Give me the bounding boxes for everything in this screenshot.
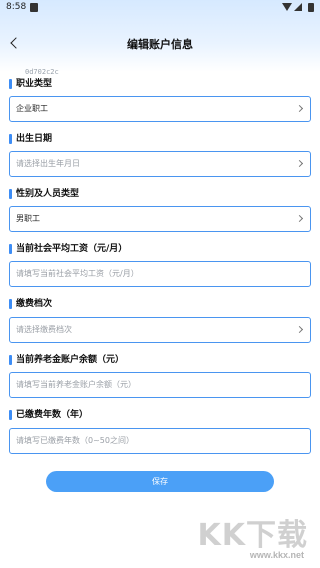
status-bar: 8:58 [0, 0, 320, 16]
nav-header: 编辑账户信息 [0, 28, 320, 58]
avg-wage-placeholder: 请填写当前社会平均工资（元/月） [16, 269, 139, 278]
pension-balance-input[interactable]: 请填写当前养老金账户余额（元） [9, 372, 311, 398]
watermark-text: KK下载 [197, 518, 308, 553]
download-icon [30, 3, 38, 12]
avg-wage-label: 当前社会平均工资（元/月） [9, 243, 127, 255]
paid-years-label: 已缴费年数（年） [9, 409, 88, 421]
chevron-right-icon [295, 104, 304, 113]
watermark: KK下载 www.kkx.net [192, 510, 312, 566]
chevron-right-icon [295, 214, 304, 223]
chevron-right-icon [295, 159, 304, 168]
pay-level-label: 缴费档次 [9, 298, 52, 310]
status-time: 8:58 [6, 2, 27, 12]
pay-level-select[interactable]: 请选择缴费档次 [9, 317, 311, 343]
pay-level-placeholder: 请选择缴费档次 [16, 325, 72, 334]
birth-date-label: 出生日期 [9, 133, 52, 145]
occupation-value: 企业职工 [16, 104, 48, 113]
gender-type-value: 男职工 [16, 214, 40, 223]
cellular-signal-icon [294, 3, 302, 11]
gender-type-select[interactable]: 男职工 [9, 206, 311, 232]
pension-balance-label: 当前养老金账户余额（元） [9, 354, 124, 366]
paid-years-input[interactable]: 请填写已缴费年数（0~50之间） [9, 428, 311, 454]
pension-balance-placeholder: 请填写当前养老金账户余额（元） [16, 380, 136, 389]
save-button[interactable]: 保存 [46, 471, 274, 492]
wifi-icon [282, 3, 292, 11]
birth-date-placeholder: 请选择出生年月日 [16, 159, 80, 168]
chevron-right-icon [295, 325, 304, 334]
paid-years-placeholder: 请填写已缴费年数（0~50之间） [16, 436, 134, 445]
battery-icon [308, 3, 314, 12]
avg-wage-input[interactable]: 请填写当前社会平均工资（元/月） [9, 261, 311, 287]
debug-tag: 0d702c2c [25, 68, 59, 76]
watermark-url: www.kkx.net [249, 550, 304, 560]
gender-type-label: 性别及人员类型 [9, 188, 79, 200]
occupation-select[interactable]: 企业职工 [9, 96, 311, 122]
page-title: 编辑账户信息 [127, 38, 193, 51]
birth-date-select[interactable]: 请选择出生年月日 [9, 151, 311, 177]
occupation-label: 职业类型 [9, 78, 52, 90]
